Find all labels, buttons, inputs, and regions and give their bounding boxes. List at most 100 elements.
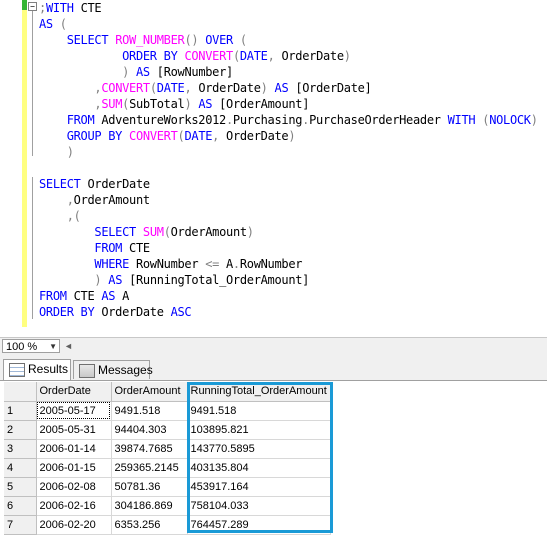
- code-token: ): [343, 49, 351, 63]
- code-token: (: [149, 81, 157, 95]
- table-cell[interactable]: 453917.164: [187, 477, 331, 497]
- code-token: CONVERT: [101, 81, 150, 95]
- code-line[interactable]: ORDER BY OrderDate ASC: [39, 304, 538, 320]
- query-editor[interactable]: − ;WITH CTE AS ( SELECT ROW_NUMBER() OVER…: [0, 0, 547, 337]
- table-cell[interactable]: 2006-02-20: [36, 515, 112, 535]
- table-cell[interactable]: 2005-05-31: [36, 420, 112, 440]
- table-cell[interactable]: 6353.256: [111, 515, 188, 535]
- code-token: ,: [66, 193, 74, 207]
- results-grid[interactable]: OrderDate OrderAmount RunningTotal_Order…: [4, 382, 547, 535]
- code-line[interactable]: AS (: [39, 16, 538, 32]
- code-line[interactable]: ): [39, 144, 538, 160]
- code-line[interactable]: SELECT ROW_NUMBER() OVER (: [39, 32, 538, 48]
- row-number[interactable]: 4: [4, 458, 37, 478]
- code-token: ): [122, 65, 130, 79]
- code-token: WITH: [447, 113, 476, 127]
- code-line[interactable]: ) AS [RowNumber]: [39, 64, 538, 80]
- table-cell[interactable]: 39874.7685: [111, 439, 188, 459]
- outline-guide: [32, 177, 33, 319]
- table-cell[interactable]: 9491.518: [187, 401, 331, 421]
- code-line[interactable]: GROUP BY CONVERT(DATE, OrderDate): [39, 128, 538, 144]
- row-number[interactable]: 1: [4, 401, 37, 421]
- code-line[interactable]: ,OrderAmount: [39, 192, 538, 208]
- chevron-down-icon: ▼: [49, 342, 57, 351]
- code-token: ): [288, 129, 296, 143]
- table-cell[interactable]: 9491.518: [111, 401, 188, 421]
- code-line[interactable]: ) AS [RunningTotal_OrderAmount]: [39, 272, 538, 288]
- sql-code[interactable]: ;WITH CTE AS ( SELECT ROW_NUMBER() OVER (…: [39, 0, 538, 320]
- table-cell[interactable]: 2006-02-16: [36, 496, 112, 516]
- code-line[interactable]: WHERE RowNumber <= A.RowNumber: [39, 256, 538, 272]
- editor-status-bar: 100 % ▼ ◄: [0, 337, 547, 356]
- table-cell[interactable]: 143770.5895: [187, 439, 331, 459]
- code-line[interactable]: ,SUM(SubTotal) AS [OrderAmount]: [39, 96, 538, 112]
- table-cell[interactable]: 2006-01-14: [36, 439, 112, 459]
- tab-results-label: Results: [28, 362, 69, 376]
- table-cell[interactable]: 2006-01-15: [36, 458, 112, 478]
- table-cell[interactable]: 94404.303: [111, 420, 188, 440]
- code-line[interactable]: FROM CTE: [39, 240, 538, 256]
- table-row[interactable]: 6 2006-02-16 304186.869 758104.033: [4, 496, 331, 516]
- code-line[interactable]: ,(: [39, 208, 538, 224]
- code-token: SUM: [101, 97, 123, 111]
- collapse-icon[interactable]: −: [28, 2, 37, 11]
- code-token: A: [219, 257, 233, 271]
- table-cell[interactable]: 103895.821: [187, 420, 331, 440]
- column-header[interactable]: OrderAmount: [111, 382, 188, 402]
- column-header[interactable]: RunningTotal_OrderAmount: [187, 382, 331, 402]
- scroll-left-icon[interactable]: ◄: [64, 341, 73, 351]
- code-token: WITH: [45, 1, 74, 15]
- grid-corner[interactable]: [4, 382, 37, 402]
- code-token: CTE: [66, 289, 102, 303]
- table-cell[interactable]: 304186.869: [111, 496, 188, 516]
- zoom-dropdown[interactable]: 100 % ▼: [2, 339, 60, 353]
- row-number[interactable]: 7: [4, 515, 37, 535]
- code-line[interactable]: FROM CTE AS A: [39, 288, 538, 304]
- grid-header-row: OrderDate OrderAmount RunningTotal_Order…: [4, 382, 331, 402]
- code-token: ORDER BY: [122, 49, 178, 63]
- code-line[interactable]: SELECT OrderDate: [39, 176, 538, 192]
- row-number[interactable]: 6: [4, 496, 37, 516]
- code-line[interactable]: ORDER BY CONVERT(DATE, OrderDate): [39, 48, 538, 64]
- table-cell[interactable]: 259365.2145: [111, 458, 188, 478]
- code-token: Purchasing: [232, 113, 303, 127]
- table-cell[interactable]: 764457.289: [187, 515, 331, 535]
- code-line[interactable]: ;WITH CTE: [39, 0, 538, 16]
- code-token: DATE: [156, 81, 185, 95]
- code-line[interactable]: [39, 160, 538, 176]
- table-row[interactable]: 2 2005-05-31 94404.303 103895.821: [4, 420, 331, 440]
- column-header[interactable]: OrderDate: [36, 382, 112, 402]
- tab-messages[interactable]: Messages: [73, 360, 153, 379]
- table-row[interactable]: 1 2005-05-17 9491.518 9491.518: [4, 401, 331, 421]
- code-token: (): [184, 33, 199, 47]
- table-row[interactable]: 4 2006-01-15 259365.2145 403135.804: [4, 458, 331, 478]
- code-token: AS: [39, 17, 53, 31]
- code-line[interactable]: SELECT SUM(OrderAmount): [39, 224, 538, 240]
- table-cell[interactable]: 758104.033: [187, 496, 331, 516]
- table-cell[interactable]: 2006-02-08: [36, 477, 112, 497]
- code-token: OrderAmount: [170, 225, 247, 239]
- zoom-value: 100 %: [6, 341, 38, 353]
- table-row[interactable]: 3 2006-01-14 39874.7685 143770.5895: [4, 439, 331, 459]
- code-token: (: [232, 49, 240, 63]
- table-cell[interactable]: 403135.804: [187, 458, 331, 478]
- code-line[interactable]: FROM AdventureWorks2012.Purchasing.Purch…: [39, 112, 538, 128]
- table-row[interactable]: 5 2006-02-08 50781.36 453917.164: [4, 477, 331, 497]
- table-row[interactable]: 7 2006-02-20 6353.256 764457.289: [4, 515, 331, 535]
- table-cell[interactable]: 50781.36: [111, 477, 188, 497]
- row-number[interactable]: 5: [4, 477, 37, 497]
- row-number[interactable]: 2: [4, 420, 37, 440]
- tab-results[interactable]: Results: [3, 359, 71, 380]
- table-cell[interactable]: 2005-05-17: [36, 401, 112, 421]
- row-number[interactable]: 3: [4, 439, 37, 459]
- code-line[interactable]: ,CONVERT(DATE, OrderDate) AS [OrderDate]: [39, 80, 538, 96]
- code-token: (: [59, 17, 67, 31]
- changed-lines-marker: [22, 0, 27, 327]
- code-token: CONVERT: [184, 49, 233, 63]
